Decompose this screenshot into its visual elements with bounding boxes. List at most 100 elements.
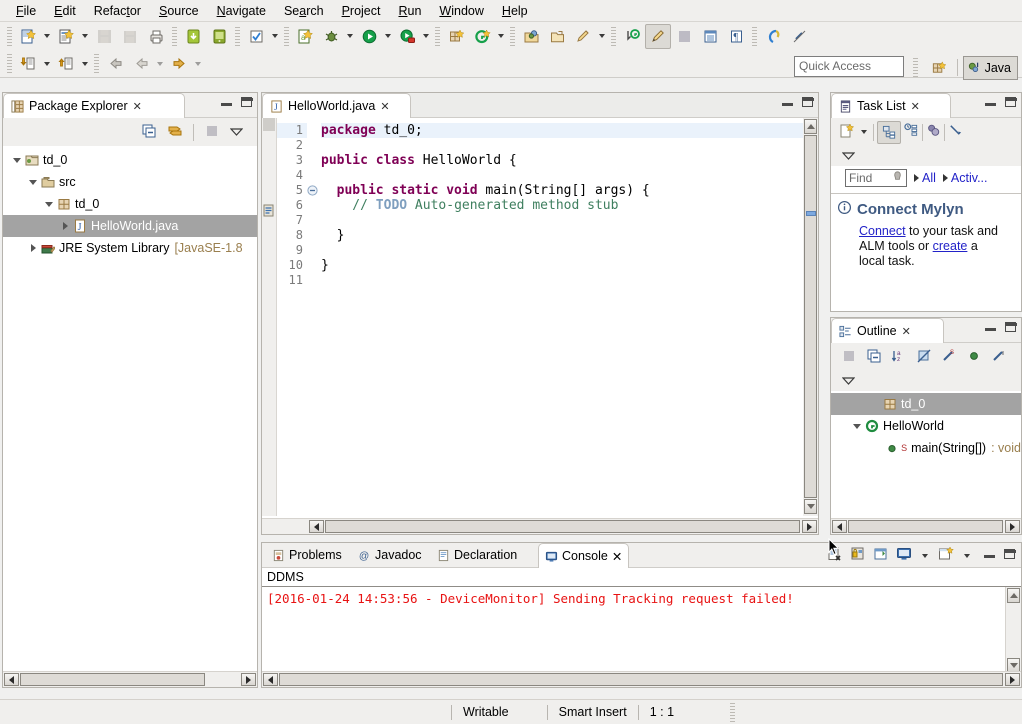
code-line[interactable]: }	[321, 228, 803, 243]
package-explorer-tree[interactable]: td_0 src td_0 J HelloWorld.java JRE System Li…	[3, 146, 257, 652]
code-line[interactable]	[321, 243, 803, 258]
new-wizard-dropdown-arrow[interactable]	[41, 25, 53, 48]
chevron-down-icon[interactable]	[919, 548, 931, 564]
view-menu-icon[interactable]	[841, 149, 856, 163]
link-with-editor-icon[interactable]	[167, 123, 183, 142]
outline-tree[interactable]: td_0 HelloWorld Smain(String[]) : void	[831, 391, 1021, 486]
menu-item-refactor[interactable]: Refactor	[85, 2, 150, 20]
search-icon[interactable]	[891, 170, 904, 186]
print-icon[interactable]	[143, 24, 169, 49]
editor-vscrollbar[interactable]	[803, 118, 818, 516]
quick-access-input[interactable]: Quick Access	[794, 56, 904, 77]
display-selected-console-icon[interactable]	[896, 546, 912, 565]
task-find-input[interactable]: Find	[845, 169, 907, 187]
expand-arrow-closed-icon[interactable]	[25, 244, 41, 252]
search-icon[interactable]	[760, 24, 786, 49]
pin-console-icon[interactable]	[873, 546, 889, 565]
minimize-icon[interactable]	[221, 98, 232, 107]
focus-icon[interactable]	[841, 348, 857, 367]
debug-icon[interactable]	[318, 24, 344, 49]
editor-marker-bar[interactable]	[262, 118, 277, 516]
new-task-dropdown-arrow[interactable]	[858, 124, 870, 140]
expand-arrow-open-icon[interactable]	[25, 179, 41, 185]
open-task-icon[interactable]	[544, 24, 570, 49]
expand-arrow-closed-icon[interactable]	[57, 222, 73, 230]
code-line[interactable]: package td_0;	[321, 123, 803, 138]
code-line[interactable]: // TODO Auto-generated method stub	[321, 198, 803, 213]
debug-dropdown-arrow[interactable]	[344, 25, 356, 48]
new-task-icon[interactable]	[839, 122, 855, 142]
import-dropdown-arrow[interactable]	[41, 52, 53, 75]
minimize-icon[interactable]	[782, 98, 793, 107]
run-icon[interactable]	[356, 24, 382, 49]
code-line[interactable]	[321, 273, 803, 288]
filter-active[interactable]: Activ...	[943, 171, 988, 185]
hscroll-thumb[interactable]	[848, 520, 1003, 533]
new-java-file-dropdown-arrow[interactable]	[79, 25, 91, 48]
run-coverage-icon[interactable]	[394, 24, 420, 49]
scroll-lock-icon[interactable]	[850, 546, 866, 565]
new-package-icon[interactable]	[443, 24, 469, 49]
perspective-button-java[interactable]: Java	[962, 55, 1018, 80]
tree-item-helloworld[interactable]: HelloWorld	[831, 415, 1021, 437]
close-icon[interactable]: ✕	[902, 325, 911, 338]
maximize-icon[interactable]	[241, 97, 253, 107]
code-line[interactable]: public static void main(String[] args) {	[321, 183, 803, 198]
minimize-icon[interactable]	[985, 323, 996, 332]
last-edit-location-icon[interactable]	[619, 24, 645, 49]
toolbar-grip-10[interactable]	[94, 54, 99, 73]
close-icon[interactable]: ✕	[380, 100, 389, 113]
status-grip[interactable]	[730, 702, 736, 722]
editor-code[interactable]: package td_0; public class HelloWorld { …	[321, 118, 803, 516]
code-line[interactable]: public class HelloWorld {	[321, 153, 803, 168]
toolbar-grip[interactable]	[7, 26, 12, 46]
scroll-down-button[interactable]	[804, 499, 817, 514]
collapse-all-icon[interactable]	[141, 123, 157, 142]
connect-link[interactable]: Connect	[859, 224, 906, 238]
hscroll-thumb[interactable]	[20, 673, 205, 686]
check-icon[interactable]	[243, 24, 269, 49]
outline-hscrollbar[interactable]	[831, 518, 1021, 534]
menu-item-window[interactable]: Window	[430, 2, 492, 20]
menu-item-source[interactable]: Source	[150, 2, 208, 20]
tab-problems[interactable]: Problems	[266, 543, 348, 567]
scroll-up-button[interactable]	[1007, 588, 1020, 603]
chevron-down-icon-2[interactable]	[961, 548, 973, 564]
toolbar-grip-3[interactable]	[235, 26, 240, 46]
maximize-icon[interactable]	[1005, 97, 1017, 107]
new-java-file-icon[interactable]	[53, 24, 79, 49]
maximize-icon[interactable]	[1004, 549, 1016, 559]
close-icon[interactable]: ✕	[911, 100, 920, 113]
todo-task-icon[interactable]	[263, 204, 275, 220]
hide-local-types-icon[interactable]	[991, 348, 1007, 367]
editor-folding-column[interactable]	[307, 118, 321, 516]
edit-dropdown-arrow[interactable]	[596, 25, 608, 48]
tree-item-src[interactable]: src	[3, 171, 257, 193]
tree-item-td-0[interactable]: td_0	[3, 193, 257, 215]
expand-arrow-open-icon[interactable]	[9, 157, 25, 163]
console-hscrollbar[interactable]	[262, 671, 1021, 687]
open-type-icon[interactable]	[518, 24, 544, 49]
focus-on-workweek-icon[interactable]	[926, 123, 941, 141]
tree-item-jre-system-library[interactable]: JRE System Library [JavaSE-1.8	[3, 237, 257, 259]
toolbar-grip-8[interactable]	[752, 26, 757, 46]
new-wizard-icon[interactable]	[15, 24, 41, 49]
show-view-icon[interactable]	[697, 24, 723, 49]
tree-item-td-0[interactable]: td_0	[3, 149, 257, 171]
edit-icon[interactable]	[570, 24, 596, 49]
scroll-right-button[interactable]	[1005, 520, 1020, 533]
toolbar-grip-4[interactable]	[284, 26, 289, 46]
tree-item-td-0[interactable]: td_0	[831, 393, 1021, 415]
perspective-grip[interactable]	[912, 58, 918, 77]
maximize-icon[interactable]	[802, 97, 814, 107]
code-line[interactable]: }	[321, 258, 803, 273]
tab-console[interactable]: Console ✕	[538, 543, 630, 568]
scroll-right-button[interactable]	[1005, 673, 1020, 686]
android-sdk-manager-icon[interactable]	[180, 24, 206, 49]
menu-item-project[interactable]: Project	[333, 2, 390, 20]
code-line[interactable]	[321, 138, 803, 153]
vscroll-thumb[interactable]	[804, 135, 817, 498]
close-icon[interactable]: ✕	[612, 549, 622, 564]
code-line[interactable]	[321, 168, 803, 183]
create-link[interactable]: create	[933, 239, 968, 253]
